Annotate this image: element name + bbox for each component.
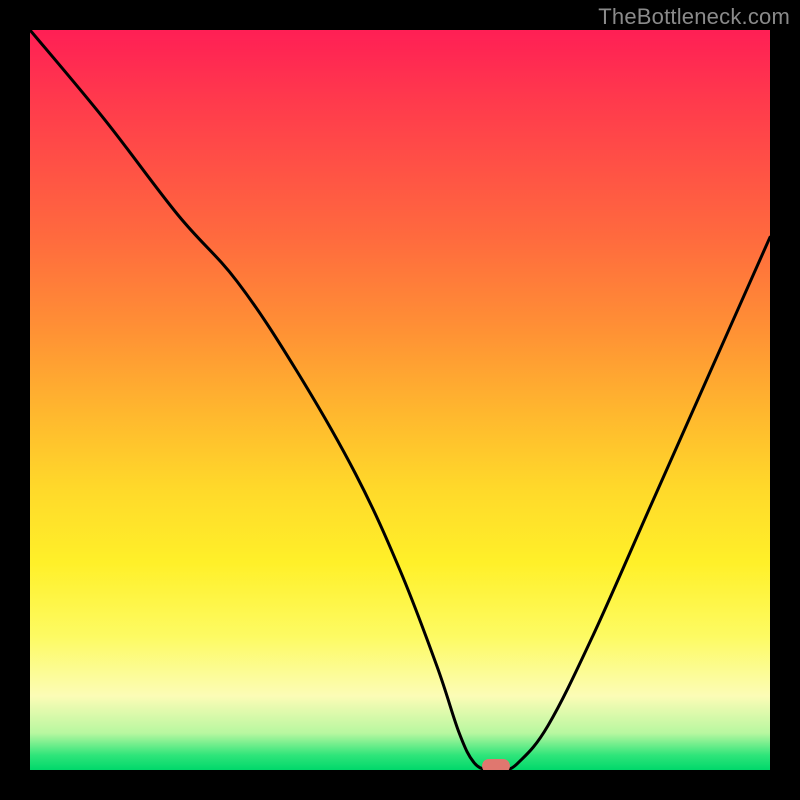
optimal-marker xyxy=(482,759,510,770)
bottleneck-curve xyxy=(30,30,770,770)
chart-frame: TheBottleneck.com xyxy=(0,0,800,800)
plot-area xyxy=(30,30,770,770)
watermark-text: TheBottleneck.com xyxy=(598,4,790,30)
